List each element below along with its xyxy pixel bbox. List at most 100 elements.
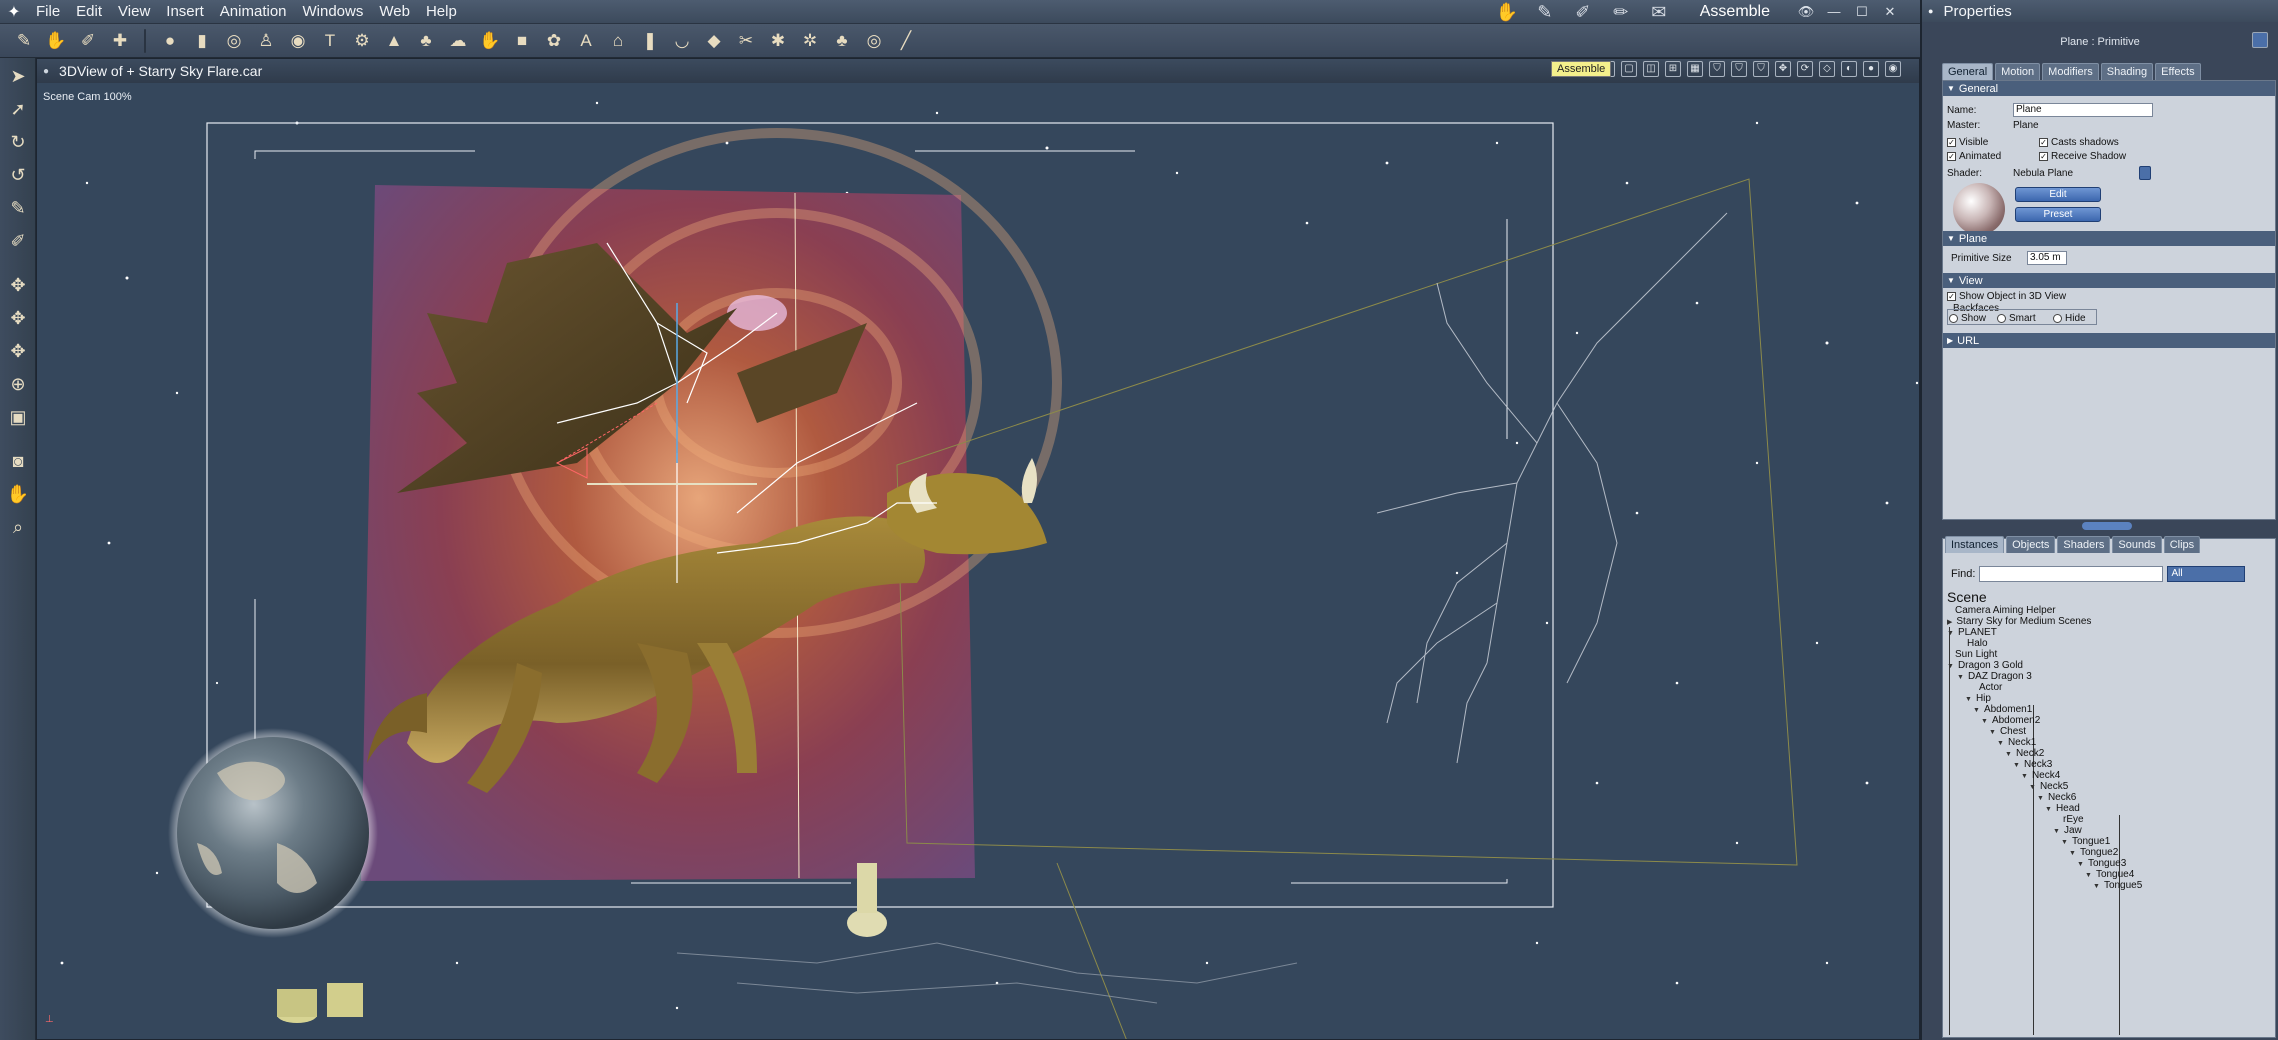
tree-item[interactable]: ▼ Hip [1965, 693, 1991, 704]
pencil-tool-icon[interactable]: ✎ [10, 27, 38, 55]
tree-item[interactable]: ▼ Dragon 3 Gold [1947, 660, 2023, 671]
app-logo-icon[interactable]: ✦ [0, 0, 28, 24]
wand-icon[interactable]: ╱ [892, 27, 920, 55]
cloud-icon[interactable]: ☁ [444, 27, 472, 55]
rotate-view-icon[interactable]: ⟳ [1797, 61, 1813, 77]
agp-icon[interactable]: A [572, 27, 600, 55]
camera-icon[interactable]: ◙ [3, 446, 33, 476]
hand-tool-icon[interactable]: ✋ [42, 27, 70, 55]
bug-icon[interactable]: ✱ [764, 27, 792, 55]
layout-single-icon[interactable]: ▢ [1621, 61, 1637, 77]
disc-icon[interactable]: ◉ [284, 27, 312, 55]
tree-icon[interactable]: ♣ [412, 27, 440, 55]
tree-item[interactable]: ▼ Chest [1989, 726, 2026, 737]
tab-modifiers[interactable]: Modifiers [2042, 63, 2099, 80]
globe-rotate-icon[interactable]: ⊕ [3, 369, 33, 399]
shader-dropdown[interactable] [2139, 166, 2151, 180]
shield2-icon[interactable]: ⛉ [1731, 61, 1747, 77]
crawler-icon[interactable]: ✲ [796, 27, 824, 55]
tree-item[interactable]: ▼ Tongue5 [2093, 880, 2142, 891]
text-icon[interactable]: T [316, 27, 344, 55]
bowl-icon[interactable]: ◡ [668, 27, 696, 55]
menu-windows[interactable]: Windows [295, 3, 372, 20]
close-button[interactable]: ✕ [1880, 3, 1900, 21]
figure-icon[interactable]: ♙ [252, 27, 280, 55]
tree-item[interactable]: ▼ Neck3 [2013, 759, 2052, 770]
casts-shadows-checkbox[interactable]: ✓ Casts shadows [2039, 137, 2119, 148]
minimize-button[interactable]: — [1824, 3, 1844, 21]
room-shape-icon[interactable]: ✎ [1530, 2, 1560, 22]
tab-objects[interactable]: Objects [2006, 536, 2056, 553]
scale-icon[interactable]: ✥ [3, 336, 33, 366]
tree-item[interactable]: rEye [2063, 814, 2084, 825]
tab-shaders[interactable]: Shaders [2057, 536, 2111, 553]
receive-shadow-checkbox[interactable]: ✓ Receive Shadow [2039, 151, 2126, 162]
primitive-size-field[interactable]: 3.05 m [2027, 251, 2067, 265]
tree-item[interactable]: ▼ Head [2045, 803, 2080, 814]
select-arrow-icon[interactable]: ➤ [3, 61, 33, 91]
tree-item[interactable]: ▼ Tongue3 [2077, 858, 2126, 869]
tree-item[interactable]: ▼ Neck1 [1997, 737, 2036, 748]
tab-instances[interactable]: Instances [1945, 536, 2005, 553]
planet[interactable] [177, 737, 369, 929]
sphere-icon[interactable]: ● [156, 27, 184, 55]
room-render-icon[interactable]: ✉ [1644, 2, 1674, 22]
shield3-icon[interactable]: ⛉ [1753, 61, 1769, 77]
panel-menu-button[interactable] [2252, 32, 2268, 48]
tree-item[interactable]: ▼ DAZ Dragon 3 [1957, 671, 2032, 682]
pan-hand-icon[interactable]: ✋ [3, 479, 33, 509]
room-hand-icon[interactable]: ✋ [1492, 2, 1522, 22]
move-xyz-icon[interactable]: ✥ [3, 270, 33, 300]
layout-grid-icon[interactable]: ▦ [1687, 61, 1703, 77]
zoom-icon[interactable]: ⌕ [3, 512, 33, 542]
room-brush-icon[interactable]: ✏ [1606, 2, 1636, 22]
layout-quad-icon[interactable]: ⊞ [1665, 61, 1681, 77]
move-view-icon[interactable]: ✥ [1775, 61, 1791, 77]
insert-tool-icon[interactable]: ✚ [106, 27, 134, 55]
cube-view-icon[interactable]: ◇ [1819, 61, 1835, 77]
tree-item[interactable]: ▼ Abdomen2 [1981, 715, 2040, 726]
menu-view[interactable]: View [110, 3, 158, 20]
menu-web[interactable]: Web [371, 3, 418, 20]
section-general[interactable]: ▼ General [1943, 81, 2275, 96]
menu-edit[interactable]: Edit [68, 3, 110, 20]
tree-item[interactable]: Actor [1979, 682, 2002, 693]
animated-checkbox[interactable]: ✓ Animated [1947, 151, 2001, 162]
hand-figure-icon[interactable]: ✋ [476, 27, 504, 55]
small-figure[interactable] [847, 909, 887, 937]
tree-item[interactable]: ▼ Jaw [2053, 825, 2082, 836]
tab-effects[interactable]: Effects [2155, 63, 2201, 80]
tree-item[interactable]: ▶ Starry Sky for Medium Scenes [1947, 616, 2091, 627]
cube-icon[interactable]: ■ [508, 27, 536, 55]
backface-hide-radio[interactable]: Hide [2053, 313, 2086, 324]
move-arrow-icon[interactable]: ➚ [3, 94, 33, 124]
rotate-icon[interactable]: ↻ [3, 127, 33, 157]
preset-shader-button[interactable]: Preset [2015, 207, 2101, 222]
tree-item[interactable]: Halo [1967, 638, 1988, 649]
flower-icon[interactable]: ✿ [540, 27, 568, 55]
blob-icon[interactable]: ◆ [700, 27, 728, 55]
layout-split-icon[interactable]: ◫ [1643, 61, 1659, 77]
edit-shader-button[interactable]: Edit [2015, 187, 2101, 202]
target-icon[interactable]: ◎ [860, 27, 888, 55]
tree-item[interactable]: ▼ Tongue1 [2061, 836, 2110, 847]
maximize-button[interactable]: ☐ [1852, 3, 1872, 21]
paint-tool-icon[interactable]: ✐ [74, 27, 102, 55]
tab-sounds[interactable]: Sounds [2112, 536, 2162, 553]
menu-file[interactable]: File [28, 3, 68, 20]
pin-icon[interactable]: ● [43, 66, 49, 77]
tree-item[interactable]: ▼ Tongue2 [2069, 847, 2118, 858]
house-icon[interactable]: ⌂ [604, 27, 632, 55]
menu-insert[interactable]: Insert [158, 3, 212, 20]
tree-item[interactable]: ▼ Neck6 [2037, 792, 2076, 803]
show-in-3d-checkbox[interactable]: ✓ Show Object in 3D View [1947, 291, 2066, 302]
backface-show-radio[interactable]: Show [1949, 313, 1986, 324]
tree-item[interactable]: ▼ Neck5 [2029, 781, 2068, 792]
name-field[interactable]: Plane [2013, 103, 2153, 117]
find-input[interactable] [1979, 566, 2164, 582]
tree-item[interactable]: ▼ PLANET [1947, 627, 1997, 638]
gear-icon[interactable]: ⚙ [348, 27, 376, 55]
twist-icon[interactable]: ↺ [3, 160, 33, 190]
cylinder-icon[interactable]: ▮ [188, 27, 216, 55]
shader-preview-sphere[interactable] [1953, 183, 2005, 235]
